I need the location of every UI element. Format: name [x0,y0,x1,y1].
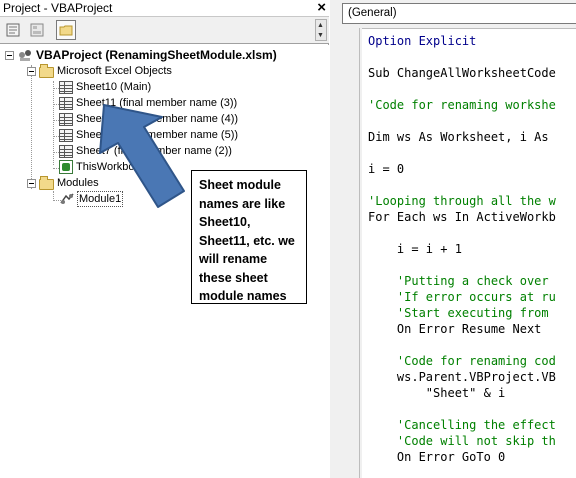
view-code-icon [6,23,20,37]
code-line[interactable]: "Sheet" & i [368,385,505,401]
vba-project-icon [19,50,31,61]
close-icon[interactable]: × [317,0,326,16]
project-explorer-title: Project - VBAProject [3,1,113,15]
code-comment-line[interactable]: 'Start executing from [368,305,549,321]
collapse-toggle-icon[interactable] [5,50,14,60]
project-explorer-titlebar[interactable]: Project - VBAProject × [0,0,329,17]
code-comment-line[interactable]: 'Putting a check over [368,273,549,289]
tree-item-modules[interactable]: Modules [27,175,99,191]
module-icon [60,193,74,204]
worksheet-icon [59,80,73,94]
toggle-folders-button[interactable] [56,20,76,40]
code-line[interactable]: Dim ws As Worksheet, i As [368,129,549,145]
code-comment-line[interactable]: 'Code for renaming cod [368,353,556,369]
toolbar-scroll-arrow[interactable]: ▲ ▼ [315,19,327,41]
code-line[interactable]: Option Explicit [368,33,476,49]
worksheet-icon [59,112,73,126]
code-window: (General) Option Explicit Sub ChangeAllWo… [330,0,576,478]
code-line[interactable]: On Error GoTo 0 [368,449,505,465]
excel-workbook-icon [59,160,73,174]
annotation-callout: Sheet module names are like Sheet10, She… [191,170,307,304]
view-code-button[interactable] [3,20,23,40]
code-comment-line[interactable]: 'If error occurs at ru [368,289,556,305]
collapse-toggle-icon[interactable] [27,178,36,188]
folder-open-icon [39,175,54,190]
view-object-icon [30,23,44,37]
code-comment-line[interactable]: 'Looping through all the w [368,193,556,209]
code-line[interactable]: For Each ws In ActiveWorkb [368,209,556,225]
code-margin-indicator-bar[interactable] [330,28,360,478]
code-editor[interactable]: Option Explicit Sub ChangeAllWorksheetCod… [362,28,576,478]
project-label: VBAProject (RenamingSheetModule.xlsm) [36,48,277,62]
sheet-label: Sheet10 (Main) [76,81,152,93]
object-dropdown[interactable]: (General) [342,3,576,24]
code-comment-line[interactable]: 'Code will not skip th [368,433,556,449]
code-comment-line[interactable]: 'Cancelling the effect [368,417,556,433]
excel-objects-label: Microsoft Excel Objects [57,65,172,77]
code-line[interactable]: ws.Parent.VBProject.VB [368,369,556,385]
code-line[interactable]: Sub ChangeAllWorksheetCode [368,65,556,81]
view-object-button[interactable] [27,20,47,40]
code-line[interactable]: i = i + 1 [368,241,462,257]
tree-item-project[interactable]: VBAProject (RenamingSheetModule.xlsm) [5,47,277,63]
folder-open-icon [39,63,54,78]
code-comment-line[interactable]: 'Code for renaming workshe [368,97,556,113]
worksheet-icon [59,144,73,158]
worksheet-icon [59,128,73,142]
code-line[interactable]: On Error Resume Next [368,321,542,337]
project-explorer-toolbar: ▲ ▼ [0,17,329,44]
tree-item-excel-objects[interactable]: Microsoft Excel Objects [27,63,172,79]
tree-item-sheet10[interactable]: Sheet10 (Main) [59,79,151,95]
worksheet-icon [59,96,73,110]
collapse-toggle-icon[interactable] [27,66,36,76]
code-line[interactable]: i = 0 [368,161,404,177]
toggle-folders-icon [59,25,73,36]
